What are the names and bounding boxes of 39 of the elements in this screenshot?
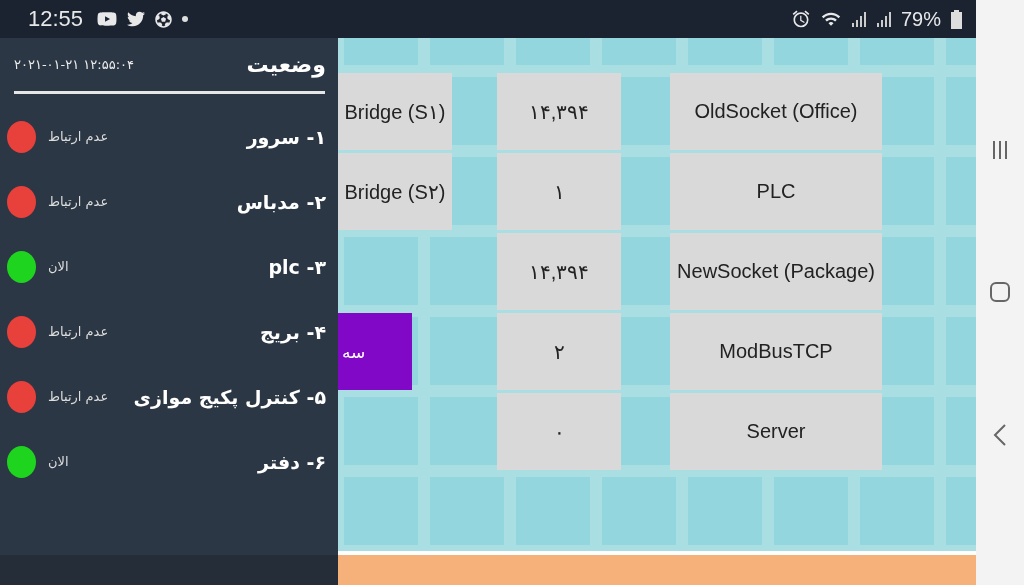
battery-icon — [951, 9, 962, 29]
connection-status: عدم ارتباط — [48, 324, 109, 339]
connection-card[interactable]: Server — [670, 393, 882, 470]
connection-status: الان — [48, 454, 69, 469]
count-card: ۲ — [497, 313, 621, 390]
youtube-icon — [97, 9, 118, 29]
device-name[interactable]: ۵- کنترل پکیج موازی — [133, 385, 326, 408]
bridge-card[interactable]: Bridge (S۱) — [338, 73, 452, 150]
device-name[interactable]: ۳- plc — [268, 255, 326, 278]
connection-status: عدم ارتباط — [48, 129, 109, 144]
bird-icon — [127, 10, 146, 28]
device-name[interactable]: ۲- مدباس — [236, 190, 326, 213]
count-card: ۱۴,۳۹۴ — [497, 73, 621, 150]
connection-status: الان — [48, 259, 69, 274]
dot-icon — [182, 16, 189, 22]
action-button[interactable]: سه — [338, 313, 412, 390]
connection-status: عدم ارتباط — [48, 389, 109, 404]
recent-apps-icon[interactable] — [992, 138, 1008, 161]
bridge-card[interactable]: Bridge (S۲) — [338, 153, 452, 230]
status-time: 12:55 — [28, 6, 84, 32]
signal-icon — [875, 11, 891, 27]
connection-card[interactable]: ModBusTCP — [670, 313, 882, 390]
drawer-title: وضعیت — [246, 52, 326, 77]
device-name[interactable]: ۱- سرور — [246, 125, 326, 148]
count-card: ۰ — [497, 393, 621, 470]
count-card: ۱۴,۳۹۴ — [497, 233, 621, 310]
connection-status: عدم ارتباط — [48, 194, 109, 209]
device-name[interactable]: ۶- دفتر — [258, 450, 326, 473]
back-icon[interactable] — [993, 422, 1007, 447]
timestamp: ۲۰۲۱-۰۱-۲۱ ۱۲:۵۵:۰۴ — [14, 57, 135, 72]
count-card: ۱ — [497, 153, 621, 230]
device-name[interactable]: ۴- بریج — [260, 320, 326, 343]
home-icon[interactable] — [989, 280, 1011, 303]
alarm-icon — [790, 9, 811, 29]
battery-percent: 79% — [900, 7, 941, 31]
connection-card[interactable]: OldSocket (Office) — [670, 73, 882, 150]
connection-card[interactable]: PLC — [670, 153, 882, 230]
connection-card[interactable]: NewSocket (Package) — [670, 233, 882, 310]
signal-icon — [850, 11, 866, 27]
